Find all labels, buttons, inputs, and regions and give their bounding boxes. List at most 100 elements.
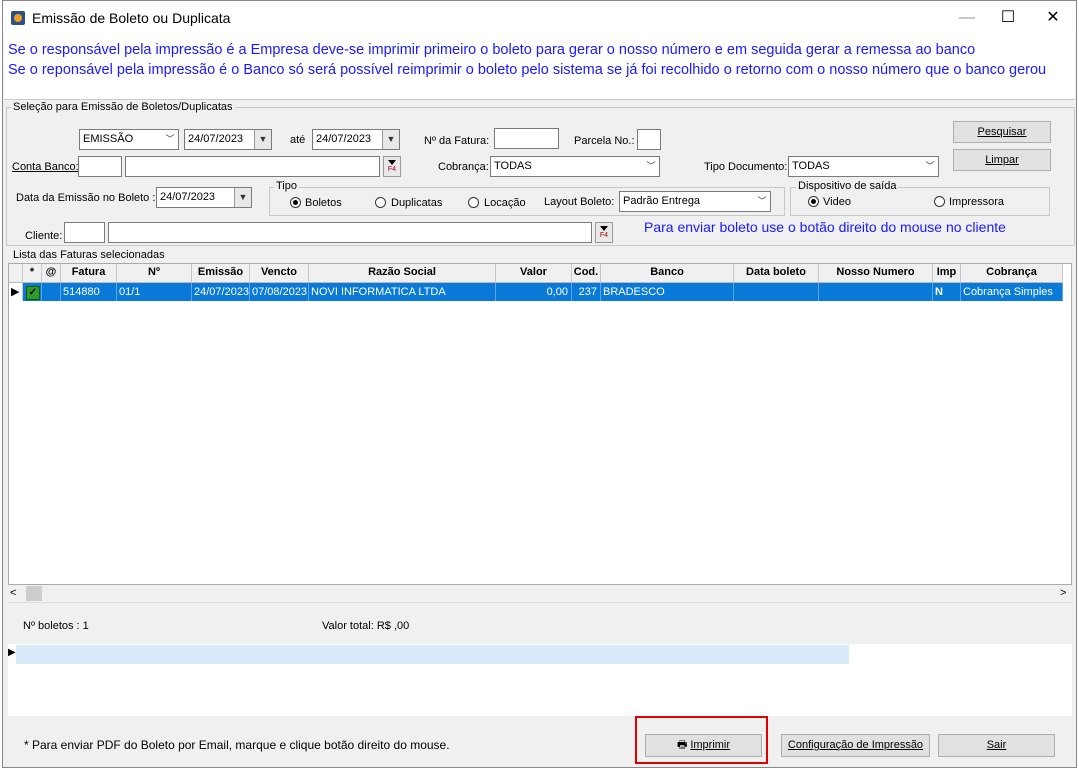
col-header-vencto[interactable]: Vencto: [250, 264, 309, 282]
secondary-grid-row[interactable]: [16, 645, 849, 664]
valor-total: Valor total: R$ ,00: [322, 620, 410, 632]
chevron-down-icon: ﹀: [757, 196, 767, 206]
cell-nosso-numero: [819, 283, 933, 301]
radio-boletos[interactable]: [290, 197, 301, 208]
layout-label: Layout Boleto:: [544, 196, 615, 208]
radio-locacao[interactable]: [468, 197, 479, 208]
scroll-left-icon[interactable]: <: [10, 587, 16, 599]
bottom-bar: * Para enviar PDF do Boleto por Email, m…: [8, 716, 1072, 767]
tipo-group-title: Tipo: [274, 180, 299, 192]
col-header-cobranca[interactable]: Cobrança: [961, 264, 1063, 282]
cliente-code-input[interactable]: [64, 222, 105, 243]
cell-at: [42, 283, 61, 301]
minimize-button[interactable]: —: [945, 5, 989, 31]
scroll-right-icon[interactable]: >: [1060, 587, 1066, 599]
chevron-down-icon: ﹀: [646, 161, 656, 171]
scroll-thumb[interactable]: [26, 586, 42, 601]
configuracao-impressao-button[interactable]: Configuração de Impressão: [781, 734, 930, 757]
cell-valor: 0,00: [496, 283, 572, 301]
col-header-data-boleto[interactable]: Data boleto: [734, 264, 819, 282]
cobranca-value: TODAS: [494, 160, 532, 172]
email-note: * Para enviar PDF do Boleto por Email, m…: [24, 738, 450, 752]
col-header-razao-social[interactable]: Razão Social: [309, 264, 496, 282]
secondary-grid[interactable]: ▶: [8, 644, 1072, 716]
calendar-dropdown-icon[interactable]: ▼: [254, 130, 271, 149]
pesquisar-button[interactable]: Pesquisar: [953, 121, 1051, 143]
cliente-name-input[interactable]: [108, 222, 592, 243]
horizontal-scrollbar[interactable]: < >: [8, 585, 1072, 602]
cliente-lookup-button[interactable]: F4: [595, 222, 613, 243]
col-header-check[interactable]: *: [23, 264, 42, 282]
cobranca-label: Cobrança:: [438, 161, 489, 173]
faturas-grid[interactable]: * @ Fatura Nº Emissão Vencto Razão Socia…: [8, 263, 1072, 585]
cell-razao-social: NOVI INFORMATICA LTDA: [309, 283, 496, 301]
close-button[interactable]: ✕: [1031, 5, 1075, 31]
col-header-emissao[interactable]: Emissão: [192, 264, 250, 282]
imprimir-button[interactable]: 🖶 Imprimir: [645, 734, 762, 757]
cell-vencto: 07/08/2023: [250, 283, 309, 301]
dispositivo-group-title: Dispositivo de saída: [796, 180, 899, 192]
col-header-fatura[interactable]: Fatura: [61, 264, 117, 282]
radio-locacao-label: Locação: [484, 197, 526, 209]
row-indicator-icon: ▶: [8, 647, 16, 658]
info-panel: Se o responsável pela impressão é a Empr…: [4, 33, 1075, 100]
maximize-button[interactable]: ☐: [986, 5, 1030, 31]
date-type-value: EMISSÃO: [83, 133, 134, 145]
grid-header: * @ Fatura Nº Emissão Vencto Razão Socia…: [9, 264, 1063, 283]
conta-banco-code-input[interactable]: [78, 156, 122, 177]
cliente-label: Cliente:: [25, 230, 63, 242]
totals-bar: Nº boletos : 1 Valor total: R$ ,00: [8, 602, 1072, 643]
cell-imp: N: [933, 283, 961, 301]
printer-icon: 🖶: [676, 739, 688, 751]
radio-duplicatas-label: Duplicatas: [391, 197, 443, 209]
tipo-doc-select[interactable]: TODAS ﹀: [788, 156, 939, 177]
layout-select[interactable]: Padrão Entrega ﹀: [619, 191, 771, 212]
imprimir-label: Imprimir: [690, 739, 731, 751]
col-header-valor[interactable]: Valor: [496, 264, 572, 282]
cobranca-select[interactable]: TODAS ﹀: [490, 156, 660, 177]
data-emissao-picker[interactable]: 24/07/2023 ▼: [156, 187, 252, 208]
calendar-dropdown-icon[interactable]: ▼: [234, 188, 251, 207]
col-header-nosso-numero[interactable]: Nosso Numero: [819, 264, 933, 282]
date-from-value: 24/07/2023: [188, 133, 244, 145]
col-header-at[interactable]: @: [42, 264, 61, 282]
row-indicator-header: [9, 264, 23, 282]
radio-impressora-label: Impressora: [949, 196, 1005, 208]
sair-button[interactable]: Sair: [938, 734, 1055, 757]
date-to-picker[interactable]: 24/07/2023 ▼: [312, 129, 400, 150]
date-type-select[interactable]: EMISSÃO ﹀: [79, 129, 179, 150]
info-line-1: Se o responsável pela impressão é a Empr…: [8, 42, 976, 58]
row-checkbox[interactable]: ✓: [23, 283, 42, 301]
col-header-numero[interactable]: Nº: [117, 264, 192, 282]
col-header-banco[interactable]: Banco: [601, 264, 734, 282]
fatura-input[interactable]: [494, 128, 559, 149]
date-from-picker[interactable]: 24/07/2023 ▼: [184, 129, 272, 150]
conta-banco-label: Conta Banco:: [12, 161, 79, 173]
col-header-cod[interactable]: Cod.: [572, 264, 601, 282]
fatura-label: Nº da Fatura:: [424, 135, 490, 147]
cell-emissao: 24/07/2023: [192, 283, 250, 301]
tipo-doc-label: Tipo Documento:: [704, 161, 788, 173]
main-window: Emissão de Boleto ou Duplicata — ☐ ✕ Se …: [2, 0, 1077, 768]
cell-cod: 237: [572, 283, 601, 301]
radio-video[interactable]: [808, 196, 819, 207]
limpar-button[interactable]: Limpar: [953, 149, 1051, 171]
cell-banco: BRADESCO: [601, 283, 734, 301]
title-bar: Emissão de Boleto ou Duplicata — ☐ ✕: [3, 1, 1076, 33]
window-title: Emissão de Boleto ou Duplicata: [32, 10, 231, 26]
conta-banco-lookup-button[interactable]: F4: [383, 156, 401, 177]
calendar-dropdown-icon[interactable]: ▼: [382, 130, 399, 149]
data-emissao-label: Data da Emissão no Boleto :: [16, 192, 156, 204]
cell-numero: 01/1: [117, 283, 192, 301]
radio-impressora[interactable]: [934, 196, 945, 207]
tipo-doc-value: TODAS: [792, 160, 830, 172]
info-line-2: Se o reponsável pela impressão é o Banco…: [8, 62, 1047, 78]
cell-cobranca: Cobrança Simples: [961, 283, 1063, 301]
radio-duplicatas[interactable]: [375, 197, 386, 208]
parcela-input[interactable]: [637, 129, 661, 150]
chevron-down-icon: ﹀: [165, 134, 175, 144]
col-header-imp[interactable]: Imp: [933, 264, 961, 282]
conta-banco-name-input[interactable]: [125, 156, 380, 177]
chevron-down-icon: ﹀: [925, 161, 935, 171]
table-row[interactable]: ▶ ✓ 514880 01/1 24/07/2023 07/08/2023 NO…: [9, 283, 1063, 301]
